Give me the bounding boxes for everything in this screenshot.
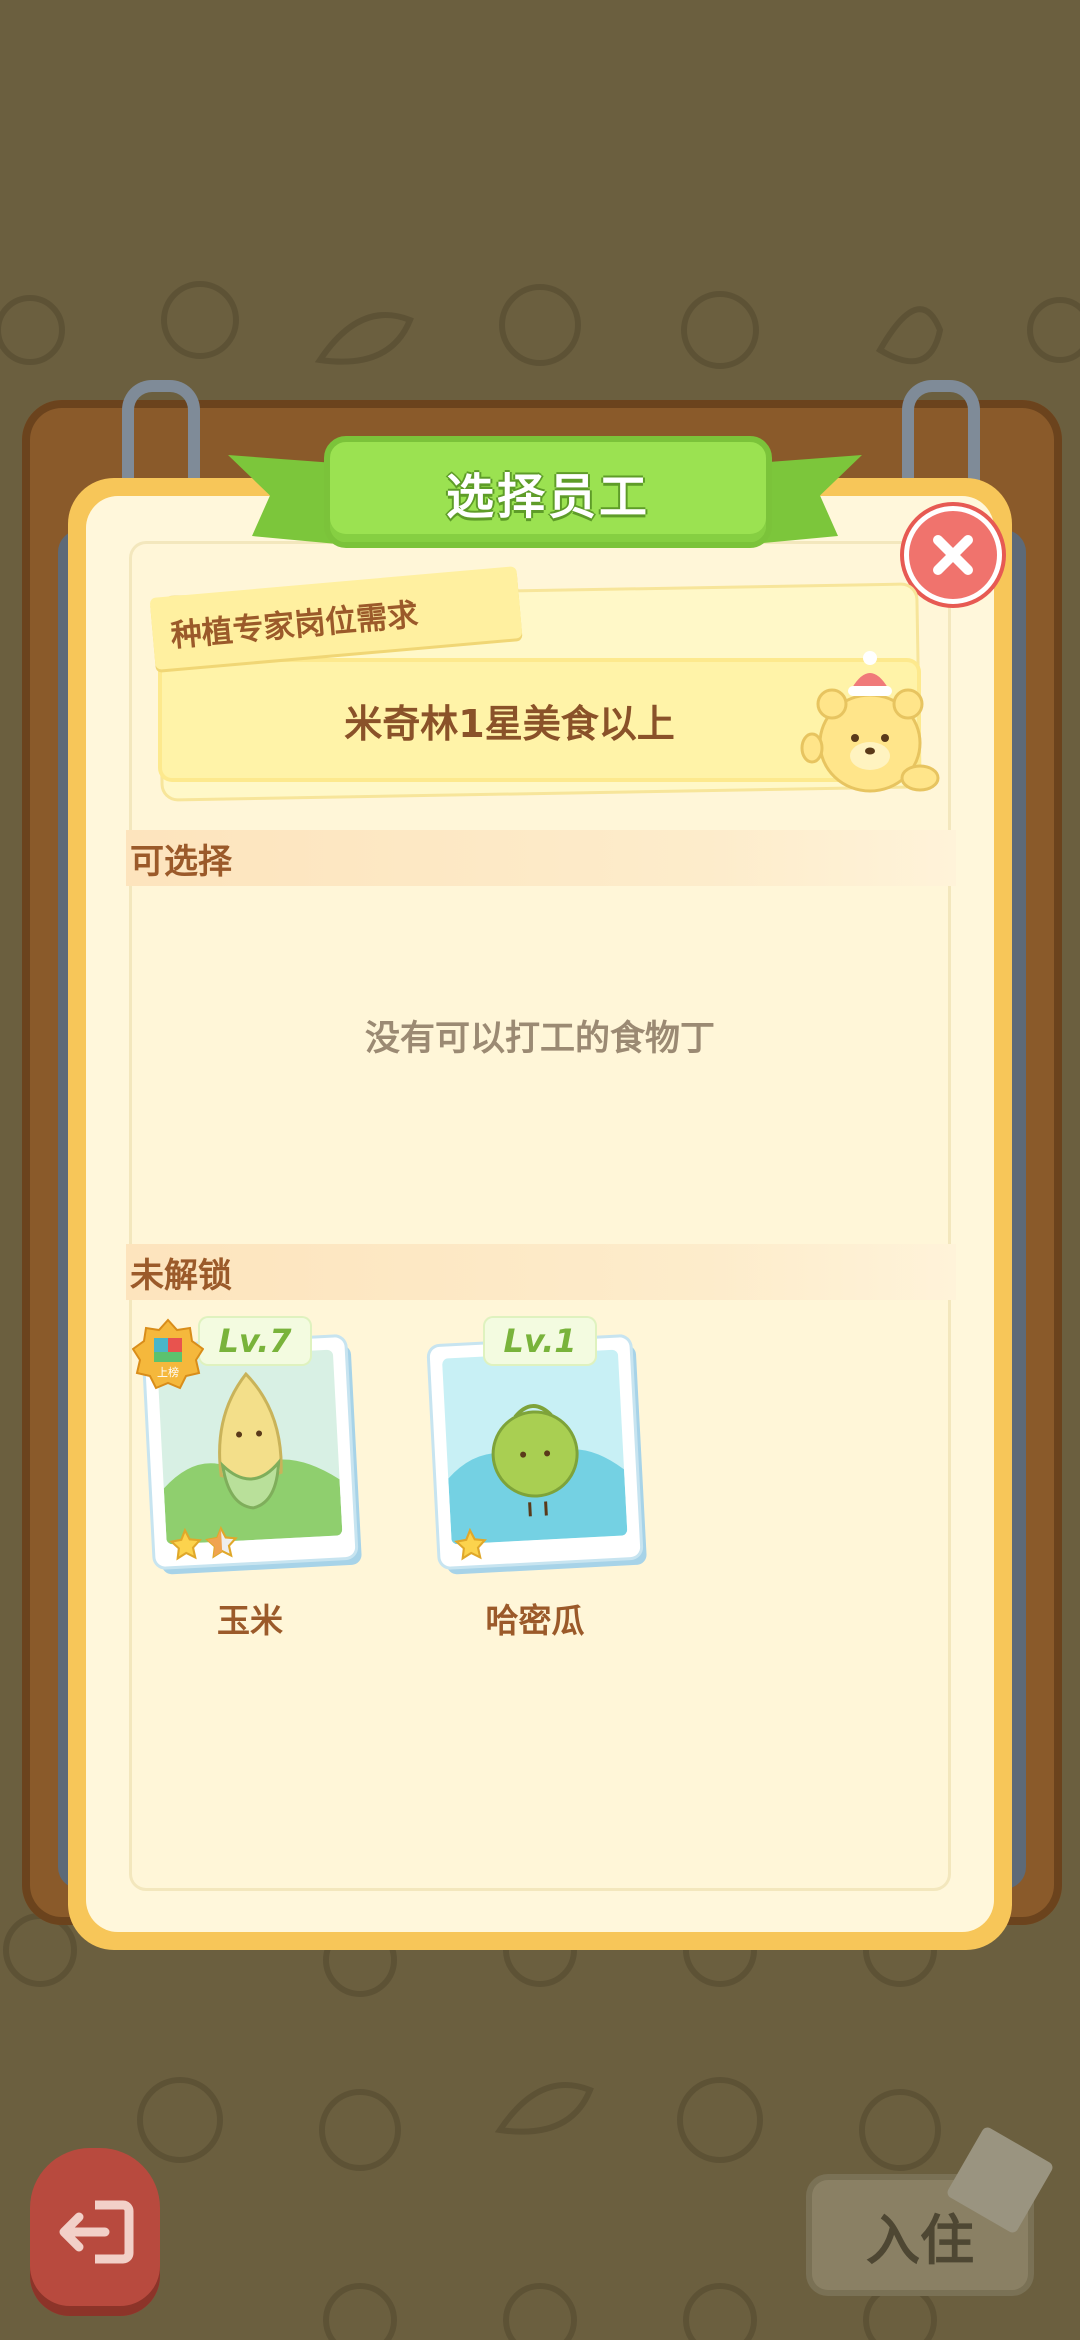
star-rating	[453, 1527, 489, 1563]
character-name: 哈密瓜	[485, 1601, 585, 1640]
requirement-text: 米奇林1星美食以上	[344, 701, 675, 746]
bear-mascot-icon	[800, 651, 940, 793]
star-rating	[168, 1525, 240, 1563]
character-scene	[441, 1349, 628, 1545]
rank-badge-text: 上榜	[157, 1365, 179, 1379]
character-card-melon[interactable]: Lv.1 哈密瓜	[425, 1318, 645, 1640]
character-card-corn[interactable]: Lv.7 上榜 玉米	[132, 1318, 360, 1640]
check-in-label: 入住	[866, 2208, 974, 2272]
section-header-locked: 未解锁	[126, 1244, 956, 1300]
star-icon	[169, 1527, 202, 1561]
dialog-title: 选择员工	[445, 469, 650, 525]
dialog-title-ribbon: 选择员工	[324, 436, 772, 548]
section-title-locked: 未解锁	[130, 1255, 232, 1296]
level-label: Lv.1	[485, 1318, 595, 1364]
close-icon	[933, 535, 973, 575]
half-star-icon	[205, 1525, 238, 1559]
close-button[interactable]	[904, 506, 1002, 604]
character-name: 玉米	[217, 1601, 283, 1640]
section-title-available: 可选择	[130, 841, 232, 882]
empty-message: 没有可以打工的食物丁	[364, 1019, 715, 1059]
section-header-available: 可选择	[126, 830, 956, 886]
exit-button[interactable]	[30, 2148, 160, 2316]
character-photo	[429, 1336, 641, 1568]
level-label: Lv.7	[200, 1318, 310, 1364]
requirement-tag-label: 种植专家岗位需求	[169, 596, 420, 654]
star-icon	[454, 1527, 487, 1561]
melon-character-icon	[448, 1404, 628, 1545]
exit-icon	[59, 2200, 134, 2264]
rank-badge-icon: 上榜	[132, 1318, 204, 1390]
